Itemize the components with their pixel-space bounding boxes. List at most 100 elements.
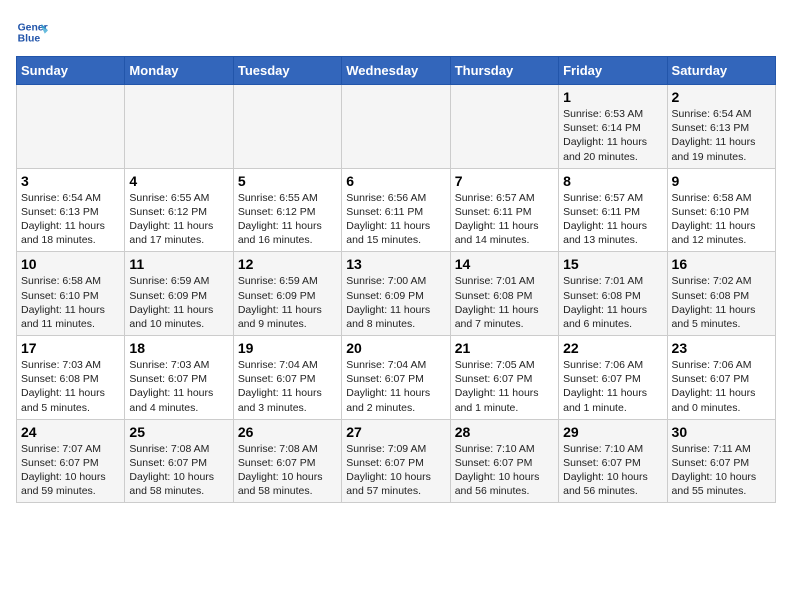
cell-info-text: Sunrise: 7:10 AMSunset: 6:07 PMDaylight:… [455, 442, 554, 499]
calendar-cell: 16 Sunrise: 7:02 AMSunset: 6:08 PMDayligh… [667, 252, 775, 336]
weekday-header: Thursday [450, 57, 558, 85]
weekday-header: Friday [559, 57, 667, 85]
calendar-cell: 23 Sunrise: 7:06 AMSunset: 6:07 PMDayligh… [667, 336, 775, 420]
cell-day-number: 2 [672, 89, 771, 105]
calendar-cell: 2 Sunrise: 6:54 AMSunset: 6:13 PMDaylight… [667, 85, 775, 169]
calendar-header: SundayMondayTuesdayWednesdayThursdayFrid… [17, 57, 776, 85]
cell-info-text: Sunrise: 6:57 AMSunset: 6:11 PMDaylight:… [563, 191, 662, 248]
logo-icon: General Blue [16, 16, 48, 48]
cell-info-text: Sunrise: 6:55 AMSunset: 6:12 PMDaylight:… [129, 191, 228, 248]
calendar-cell: 1Sunrise: 6:53 AMSunset: 6:14 PMDaylight… [559, 85, 667, 169]
calendar-cell: 15 Sunrise: 7:01 AMSunset: 6:08 PMDayligh… [559, 252, 667, 336]
cell-info-text: Sunrise: 7:03 AMSunset: 6:07 PMDaylight:… [129, 358, 228, 415]
weekday-header: Wednesday [342, 57, 450, 85]
cell-info-text: Sunrise: 7:06 AMSunset: 6:07 PMDaylight:… [672, 358, 771, 415]
calendar-cell: 14 Sunrise: 7:01 AMSunset: 6:08 PMDayligh… [450, 252, 558, 336]
cell-info-text: Sunrise: 6:59 AMSunset: 6:09 PMDaylight:… [238, 274, 337, 331]
calendar-cell: 9 Sunrise: 6:58 AMSunset: 6:10 PMDaylight… [667, 168, 775, 252]
calendar-cell: 21Sunrise: 7:05 AMSunset: 6:07 PMDayligh… [450, 336, 558, 420]
cell-day-number: 5 [238, 173, 337, 189]
cell-info-text: Sunrise: 6:56 AMSunset: 6:11 PMDaylight:… [346, 191, 445, 248]
cell-info-text: Sunrise: 7:08 AMSunset: 6:07 PMDaylight:… [238, 442, 337, 499]
cell-day-number: 14 [455, 256, 554, 272]
calendar-cell: 26Sunrise: 7:08 AMSunset: 6:07 PMDayligh… [233, 419, 341, 503]
cell-info-text: Sunrise: 7:10 AMSunset: 6:07 PMDaylight:… [563, 442, 662, 499]
logo: General Blue [16, 16, 52, 48]
page-header: General Blue [16, 16, 776, 48]
calendar-cell: 25 Sunrise: 7:08 AMSunset: 6:07 PMDayligh… [125, 419, 233, 503]
cell-info-text: Sunrise: 7:11 AMSunset: 6:07 PMDaylight:… [672, 442, 771, 499]
calendar-cell: 28 Sunrise: 7:10 AMSunset: 6:07 PMDayligh… [450, 419, 558, 503]
calendar-table: SundayMondayTuesdayWednesdayThursdayFrid… [16, 56, 776, 503]
cell-day-number: 8 [563, 173, 662, 189]
cell-day-number: 13 [346, 256, 445, 272]
weekday-header: Sunday [17, 57, 125, 85]
calendar-cell: 13 Sunrise: 7:00 AMSunset: 6:09 PMDayligh… [342, 252, 450, 336]
cell-day-number: 18 [129, 340, 228, 356]
cell-day-number: 30 [672, 424, 771, 440]
calendar-cell: 3 Sunrise: 6:54 AMSunset: 6:13 PMDaylight… [17, 168, 125, 252]
cell-info-text: Sunrise: 7:02 AMSunset: 6:08 PMDaylight:… [672, 274, 771, 331]
cell-day-number: 29 [563, 424, 662, 440]
calendar-cell: 12Sunrise: 6:59 AMSunset: 6:09 PMDayligh… [233, 252, 341, 336]
calendar-cell: 20 Sunrise: 7:04 AMSunset: 6:07 PMDayligh… [342, 336, 450, 420]
weekday-header: Tuesday [233, 57, 341, 85]
cell-info-text: Sunrise: 7:07 AMSunset: 6:07 PMDaylight:… [21, 442, 120, 499]
cell-info-text: Sunrise: 6:58 AMSunset: 6:10 PMDaylight:… [672, 191, 771, 248]
calendar-cell: 5 Sunrise: 6:55 AMSunset: 6:12 PMDaylight… [233, 168, 341, 252]
cell-day-number: 7 [455, 173, 554, 189]
calendar-cell: 19 Sunrise: 7:04 AMSunset: 6:07 PMDayligh… [233, 336, 341, 420]
cell-day-number: 10 [21, 256, 120, 272]
weekday-header: Saturday [667, 57, 775, 85]
calendar-cell: 24 Sunrise: 7:07 AMSunset: 6:07 PMDayligh… [17, 419, 125, 503]
cell-info-text: Sunrise: 6:58 AMSunset: 6:10 PMDaylight:… [21, 274, 120, 331]
cell-day-number: 28 [455, 424, 554, 440]
calendar-cell: 10 Sunrise: 6:58 AMSunset: 6:10 PMDayligh… [17, 252, 125, 336]
cell-day-number: 3 [21, 173, 120, 189]
cell-info-text: Sunrise: 7:09 AMSunset: 6:07 PMDaylight:… [346, 442, 445, 499]
calendar-cell: 6Sunrise: 6:56 AMSunset: 6:11 PMDaylight… [342, 168, 450, 252]
calendar-cell [125, 85, 233, 169]
cell-day-number: 27 [346, 424, 445, 440]
cell-day-number: 11 [129, 256, 228, 272]
calendar-cell: 27 Sunrise: 7:09 AMSunset: 6:07 PMDayligh… [342, 419, 450, 503]
cell-day-number: 24 [21, 424, 120, 440]
calendar-cell: 4Sunrise: 6:55 AMSunset: 6:12 PMDaylight… [125, 168, 233, 252]
calendar-cell: 30 Sunrise: 7:11 AMSunset: 6:07 PMDayligh… [667, 419, 775, 503]
cell-info-text: Sunrise: 7:01 AMSunset: 6:08 PMDaylight:… [455, 274, 554, 331]
cell-info-text: Sunrise: 6:54 AMSunset: 6:13 PMDaylight:… [672, 107, 771, 164]
cell-day-number: 20 [346, 340, 445, 356]
cell-day-number: 19 [238, 340, 337, 356]
cell-info-text: Sunrise: 6:54 AMSunset: 6:13 PMDaylight:… [21, 191, 120, 248]
cell-info-text: Sunrise: 7:00 AMSunset: 6:09 PMDaylight:… [346, 274, 445, 331]
calendar-cell: 29 Sunrise: 7:10 AMSunset: 6:07 PMDayligh… [559, 419, 667, 503]
cell-day-number: 25 [129, 424, 228, 440]
cell-info-text: Sunrise: 6:57 AMSunset: 6:11 PMDaylight:… [455, 191, 554, 248]
cell-info-text: Sunrise: 7:03 AMSunset: 6:08 PMDaylight:… [21, 358, 120, 415]
cell-info-text: Sunrise: 7:01 AMSunset: 6:08 PMDaylight:… [563, 274, 662, 331]
cell-day-number: 9 [672, 173, 771, 189]
cell-day-number: 23 [672, 340, 771, 356]
cell-info-text: Sunrise: 7:04 AMSunset: 6:07 PMDaylight:… [346, 358, 445, 415]
cell-info-text: Sunrise: 7:08 AMSunset: 6:07 PMDaylight:… [129, 442, 228, 499]
svg-text:Blue: Blue [18, 34, 41, 45]
calendar-cell [342, 85, 450, 169]
cell-day-number: 16 [672, 256, 771, 272]
cell-day-number: 17 [21, 340, 120, 356]
calendar-cell [17, 85, 125, 169]
calendar-cell: 7 Sunrise: 6:57 AMSunset: 6:11 PMDaylight… [450, 168, 558, 252]
cell-info-text: Sunrise: 6:55 AMSunset: 6:12 PMDaylight:… [238, 191, 337, 248]
cell-info-text: Sunrise: 7:04 AMSunset: 6:07 PMDaylight:… [238, 358, 337, 415]
weekday-header: Monday [125, 57, 233, 85]
cell-info-text: Sunrise: 6:59 AMSunset: 6:09 PMDaylight:… [129, 274, 228, 331]
cell-info-text: Sunrise: 7:06 AMSunset: 6:07 PMDaylight:… [563, 358, 662, 415]
calendar-cell: 22Sunrise: 7:06 AMSunset: 6:07 PMDayligh… [559, 336, 667, 420]
calendar-cell [233, 85, 341, 169]
calendar-cell: 8 Sunrise: 6:57 AMSunset: 6:11 PMDaylight… [559, 168, 667, 252]
cell-info-text: Sunrise: 6:53 AMSunset: 6:14 PMDaylight:… [563, 107, 662, 164]
calendar-cell [450, 85, 558, 169]
calendar-cell: 11 Sunrise: 6:59 AMSunset: 6:09 PMDayligh… [125, 252, 233, 336]
cell-info-text: Sunrise: 7:05 AMSunset: 6:07 PMDaylight:… [455, 358, 554, 415]
cell-day-number: 15 [563, 256, 662, 272]
calendar-cell: 17 Sunrise: 7:03 AMSunset: 6:08 PMDayligh… [17, 336, 125, 420]
